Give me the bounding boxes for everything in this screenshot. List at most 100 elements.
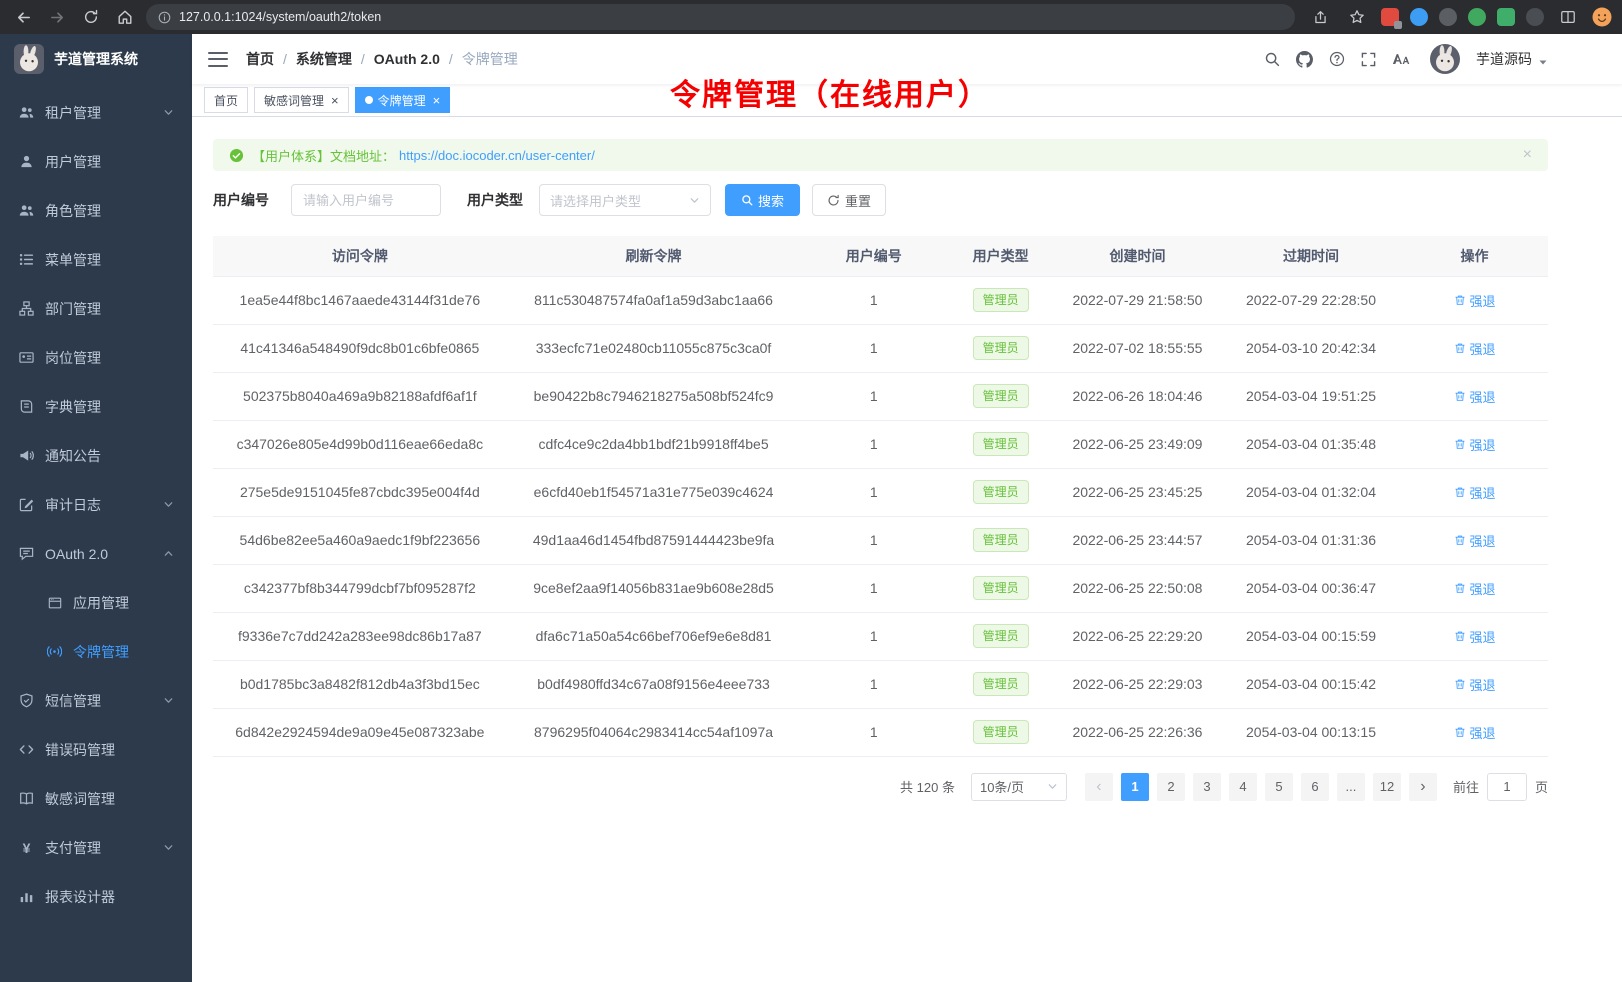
page-ellipsis-button[interactable]: ...	[1337, 773, 1365, 801]
force-logout-button[interactable]: 强退	[1454, 675, 1496, 694]
cell-user-id: 1	[800, 660, 947, 708]
sidebar-item-label: 通知公告	[45, 446, 101, 466]
font-size-icon[interactable]	[1392, 52, 1410, 67]
code-icon	[18, 742, 35, 757]
sidebar-item-report-designer[interactable]: 报表设计器	[0, 872, 192, 921]
browser-profile-avatar[interactable]	[1592, 7, 1612, 27]
sidebar-item-notice[interactable]: 通知公告	[0, 431, 192, 480]
table-row: 41c41346a548490f9dc8b01c6bfe0865333ecfc7…	[213, 324, 1548, 372]
tab-close-icon[interactable]: ×	[331, 94, 339, 107]
user-id-input[interactable]	[291, 184, 441, 216]
sidebar-menu: 租户管理用户管理角色管理菜单管理部门管理岗位管理字典管理通知公告审计日志OAut…	[0, 84, 192, 982]
extension-icon-6[interactable]	[1526, 8, 1544, 26]
sidebar-item-error-code[interactable]: 错误码管理	[0, 725, 192, 774]
sidebar-item-dept[interactable]: 部门管理	[0, 284, 192, 333]
doc-link[interactable]: https://doc.iocoder.cn/user-center/	[399, 148, 595, 163]
reset-button[interactable]: 重置	[812, 184, 886, 216]
page-button-4[interactable]: 4	[1229, 773, 1257, 801]
help-icon[interactable]	[1329, 51, 1345, 67]
extension-icon-4[interactable]	[1468, 8, 1486, 26]
tree-icon	[18, 301, 35, 316]
force-logout-button[interactable]: 强退	[1454, 627, 1496, 646]
column-header-1: 刷新令牌	[507, 236, 801, 276]
force-logout-button[interactable]: 强退	[1454, 579, 1496, 598]
breadcrumb-item-2[interactable]: OAuth 2.0	[374, 51, 440, 67]
extension-icon-1[interactable]	[1381, 8, 1399, 26]
prev-page-button[interactable]: ‹	[1085, 773, 1113, 801]
force-logout-button[interactable]: 强退	[1454, 387, 1496, 406]
bookmark-star-icon[interactable]	[1344, 4, 1370, 30]
sidebar-item-post[interactable]: 岗位管理	[0, 333, 192, 382]
page-button-6[interactable]: 6	[1301, 773, 1329, 801]
browser-back-button[interactable]	[10, 4, 36, 30]
goto-page-input[interactable]	[1487, 773, 1527, 801]
split-view-icon[interactable]	[1555, 4, 1581, 30]
tab-1[interactable]: 敏感词管理×	[254, 87, 349, 113]
cell-access-token: 41c41346a548490f9dc8b01c6bfe0865	[213, 324, 507, 372]
sidebar-item-audit-log[interactable]: 审计日志	[0, 480, 192, 529]
share-icon[interactable]	[1307, 4, 1333, 30]
user-avatar[interactable]	[1430, 44, 1460, 74]
page-size-select[interactable]: 10条/页	[971, 773, 1067, 801]
tab-close-icon[interactable]: ×	[433, 94, 441, 107]
sidebar: 芋道管理系统 租户管理用户管理角色管理菜单管理部门管理岗位管理字典管理通知公告审…	[0, 34, 192, 982]
page-button-12[interactable]: 12	[1373, 773, 1401, 801]
page-button-3[interactable]: 3	[1193, 773, 1221, 801]
cell-created-time: 2022-06-26 18:04:46	[1054, 372, 1221, 420]
sidebar-item-role[interactable]: 角色管理	[0, 186, 192, 235]
sidebar-item-user[interactable]: 用户管理	[0, 137, 192, 186]
tab-0[interactable]: 首页	[204, 87, 248, 113]
force-logout-button[interactable]: 强退	[1454, 483, 1496, 502]
cell-actions: 强退	[1401, 468, 1548, 516]
sidebar-item-menu[interactable]: 菜单管理	[0, 235, 192, 284]
breadcrumb-item-1[interactable]: 系统管理	[296, 49, 352, 69]
sidebar-item-tenant[interactable]: 租户管理	[0, 88, 192, 137]
app-logo[interactable]: 芋道管理系统	[0, 34, 192, 84]
main-area: 首页/系统管理/OAuth 2.0/令牌管理 芋道源码 令牌管理（在线用户） 首…	[192, 34, 1622, 982]
force-logout-label: 强退	[1470, 387, 1496, 406]
total-count: 共 120 条	[900, 777, 955, 796]
next-page-button[interactable]: ›	[1409, 773, 1437, 801]
extension-icon-3[interactable]	[1439, 8, 1457, 26]
page-button-2[interactable]: 2	[1157, 773, 1185, 801]
force-logout-button[interactable]: 强退	[1454, 531, 1496, 550]
force-logout-button[interactable]: 强退	[1454, 435, 1496, 454]
force-logout-label: 强退	[1470, 627, 1496, 646]
cell-user-id: 1	[800, 324, 947, 372]
force-logout-button[interactable]: 强退	[1454, 291, 1496, 310]
header-search-icon[interactable]	[1264, 51, 1280, 67]
site-info-icon[interactable]	[158, 11, 171, 24]
sidebar-item-pay[interactable]: ¥支付管理	[0, 823, 192, 872]
user-type-select[interactable]: 请选择用户类型	[539, 184, 711, 216]
breadcrumb-item-0[interactable]: 首页	[246, 49, 274, 69]
page-button-5[interactable]: 5	[1265, 773, 1293, 801]
window-icon	[46, 596, 63, 610]
search-button-icon	[741, 194, 753, 206]
page-button-1[interactable]: 1	[1121, 773, 1149, 801]
shield-icon	[18, 693, 35, 708]
force-logout-label: 强退	[1470, 483, 1496, 502]
sidebar-toggle-icon[interactable]	[208, 52, 228, 67]
alert-close-icon[interactable]: ×	[1523, 147, 1532, 163]
force-logout-button[interactable]: 强退	[1454, 723, 1496, 742]
sidebar-item-oauth2[interactable]: OAuth 2.0	[0, 529, 192, 578]
sidebar-item-dict[interactable]: 字典管理	[0, 382, 192, 431]
fullscreen-icon[interactable]	[1361, 52, 1376, 67]
sidebar-item-oauth2-token[interactable]: 令牌管理	[0, 627, 192, 676]
cell-refresh-token: e6cfd40eb1f54571a31e775e039c4624	[507, 468, 801, 516]
browser-home-button[interactable]	[112, 4, 138, 30]
github-icon[interactable]	[1296, 51, 1313, 68]
cell-user-type: 管理员	[947, 420, 1054, 468]
search-button[interactable]: 搜索	[725, 184, 800, 216]
sidebar-item-sensitive-word[interactable]: 敏感词管理	[0, 774, 192, 823]
browser-reload-button[interactable]	[78, 4, 104, 30]
extension-icon-5[interactable]	[1497, 8, 1515, 26]
sidebar-item-sms[interactable]: 短信管理	[0, 676, 192, 725]
force-logout-button[interactable]: 强退	[1454, 339, 1496, 358]
browser-forward-button[interactable]	[44, 4, 70, 30]
extension-icon-2[interactable]	[1410, 8, 1428, 26]
sidebar-item-oauth2-app[interactable]: 应用管理	[0, 578, 192, 627]
tab-2[interactable]: 令牌管理×	[355, 87, 451, 113]
user-name[interactable]: 芋道源码	[1476, 49, 1532, 69]
browser-address-bar[interactable]: 127.0.0.1:1024/system/oauth2/token	[146, 4, 1295, 30]
